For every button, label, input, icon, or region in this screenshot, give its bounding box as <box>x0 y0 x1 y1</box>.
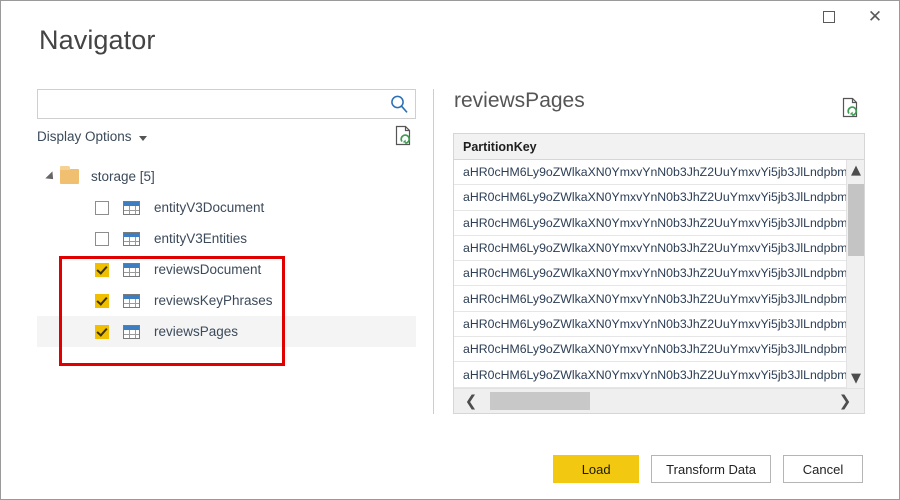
table-icon <box>123 293 140 308</box>
preview-data-grid: PartitionKey aHR0cHM6Ly9oZWlkaXN0YmxvYnN… <box>453 133 865 414</box>
chevron-left-icon[interactable]: ❮ <box>458 389 484 413</box>
transform-data-button[interactable]: Transform Data <box>651 455 771 483</box>
close-icon: ✕ <box>867 6 883 27</box>
horizontal-scrollbar-thumb[interactable] <box>490 392 590 410</box>
chevron-up-icon[interactable]: ▲ <box>847 161 865 179</box>
refresh-page-icon[interactable] <box>841 97 861 119</box>
search-input[interactable] <box>44 90 384 118</box>
search-icon[interactable] <box>389 94 410 115</box>
tree-item-reviewskeyphrases[interactable]: reviewsKeyPhrases <box>37 285 416 316</box>
close-button[interactable]: ✕ <box>852 1 898 33</box>
horizontal-scrollbar[interactable]: ❮ ❯ <box>454 388 864 413</box>
tree-item-label: reviewsKeyPhrases <box>154 293 273 308</box>
grid-header-row: PartitionKey <box>454 134 864 160</box>
checkbox-reviewsdocument[interactable] <box>95 262 109 277</box>
table-row[interactable]: aHR0cHM6Ly9oZWlkaXN0YmxvYnN0b3JhZ2UuYmxv… <box>454 211 864 236</box>
display-options-label: Display Options <box>37 129 132 144</box>
tree-item-entityv3document[interactable]: entityV3Document <box>37 192 416 223</box>
preview-panel: reviewsPages PartitionKey aHR0cHM6Ly9oZW… <box>453 89 865 414</box>
display-options-dropdown[interactable]: Display Options <box>37 129 147 144</box>
tree-item-label: reviewsDocument <box>154 262 262 277</box>
grid-body: aHR0cHM6Ly9oZWlkaXN0YmxvYnN0b3JhZ2UuYmxv… <box>454 160 864 388</box>
chevron-right-icon[interactable]: ❯ <box>832 389 858 413</box>
chevron-down-icon[interactable]: ▼ <box>847 369 865 387</box>
table-row[interactable]: aHR0cHM6Ly9oZWlkaXN0YmxvYnN0b3JhZ2UuYmxv… <box>454 337 864 363</box>
table-row[interactable]: aHR0cHM6Ly9oZWlkaXN0YmxvYnN0b3JhZ2UuYmxv… <box>454 286 864 312</box>
navigator-dialog: ✕ Navigator Display Options storage [5] … <box>0 0 900 500</box>
checkbox-reviewskeyphrases[interactable] <box>95 293 109 308</box>
tree-root-label: storage [5] <box>91 169 155 184</box>
checkbox-entityv3entities[interactable] <box>95 231 109 246</box>
maximize-icon <box>823 11 835 23</box>
tree-item-reviewspages[interactable]: reviewsPages <box>37 316 416 347</box>
table-row[interactable]: aHR0cHM6Ly9oZWlkaXN0YmxvYnN0b3JhZ2UuYmxv… <box>454 312 864 338</box>
dialog-footer: Load Transform Data Cancel <box>1 455 899 483</box>
tree-item-reviewsdocument[interactable]: reviewsDocument <box>37 254 416 285</box>
table-row[interactable]: aHR0cHM6Ly9oZWlkaXN0YmxvYnN0b3JhZ2UuYmxv… <box>454 160 864 186</box>
preview-title: reviewsPages <box>454 89 585 112</box>
load-button[interactable]: Load <box>553 455 640 483</box>
vertical-scrollbar-thumb[interactable] <box>848 184 864 256</box>
chevron-down-icon <box>138 135 147 141</box>
tree-item-entityv3entities[interactable]: entityV3Entities <box>37 223 416 254</box>
table-row[interactable]: aHR0cHM6Ly9oZWlkaXN0YmxvYnN0b3JhZ2UuYmxv… <box>454 236 864 262</box>
tree-root-storage[interactable]: storage [5] <box>37 161 416 192</box>
source-tree-panel: Display Options storage [5] entityV3Docu… <box>37 89 416 399</box>
checkbox-entityv3document[interactable] <box>95 200 109 215</box>
tree-item-label: entityV3Document <box>154 200 265 215</box>
tree-item-label: reviewsPages <box>154 324 239 339</box>
search-box[interactable] <box>37 89 416 119</box>
expander-collapse-icon[interactable] <box>45 170 57 183</box>
folder-icon <box>60 166 79 184</box>
table-icon <box>123 324 140 339</box>
maximize-button[interactable] <box>806 1 852 33</box>
table-row[interactable]: aHR0cHM6Ly9oZWlkaXN0YmxvYnN0b3JhZ2UuYmxv… <box>454 261 864 287</box>
table-icon <box>123 200 140 215</box>
table-icon <box>123 231 140 246</box>
navigation-tree: storage [5] entityV3Document entityV3Ent… <box>37 161 416 347</box>
table-row[interactable]: aHR0cHM6Ly9oZWlkaXN0YmxvYnN0b3JhZ2UuYmxv… <box>454 185 864 211</box>
cancel-button[interactable]: Cancel <box>783 455 863 483</box>
vertical-scrollbar[interactable]: ▲ ▼ <box>846 160 864 388</box>
checkbox-reviewspages[interactable] <box>95 324 109 339</box>
tree-item-label: entityV3Entities <box>154 231 248 246</box>
page-title: Navigator <box>39 25 156 55</box>
refresh-page-icon[interactable] <box>394 125 414 147</box>
column-header-partitionkey[interactable]: PartitionKey <box>454 140 537 154</box>
table-icon <box>123 262 140 277</box>
panel-divider <box>433 89 434 414</box>
table-row[interactable]: aHR0cHM6Ly9oZWlkaXN0YmxvYnN0b3JhZ2UuYmxv… <box>454 362 864 388</box>
